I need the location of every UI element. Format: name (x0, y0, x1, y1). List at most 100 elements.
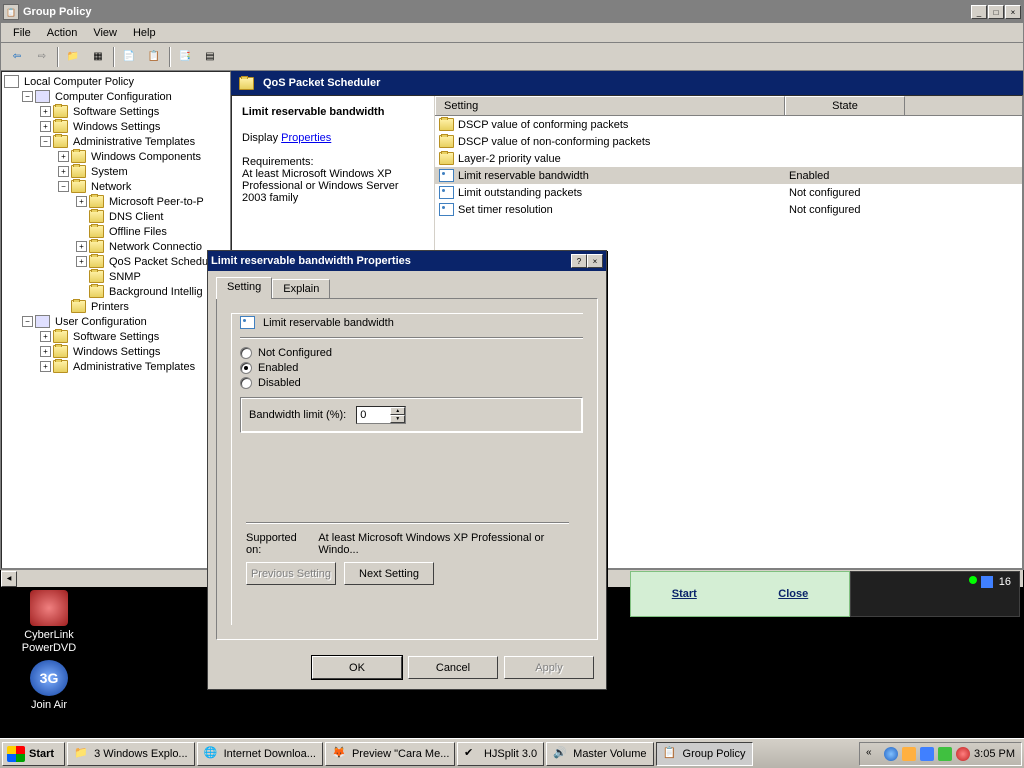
system-tray[interactable]: « 3:05 PM (859, 742, 1022, 766)
titlebar[interactable]: 📋 Group Policy _ □ × (1, 1, 1023, 23)
show-hide-button[interactable]: ▦ (86, 45, 110, 69)
list-row[interactable]: DSCP value of non-conforming packets (435, 133, 1022, 150)
menu-file[interactable]: File (5, 25, 39, 41)
task-button[interactable]: 📁3 Windows Explo... (67, 742, 195, 766)
right-header-text: QoS Packet Scheduler (263, 77, 380, 89)
tree-offline-files[interactable]: Offline Files (4, 224, 228, 239)
tree-software-settings[interactable]: +Software Settings (4, 104, 228, 119)
maximize-button[interactable]: □ (988, 5, 1004, 19)
tree-snmp[interactable]: SNMP (4, 269, 228, 284)
supported-text: At least Microsoft Windows XP Profession… (318, 532, 569, 556)
tree-bits[interactable]: Background Intellig (4, 284, 228, 299)
forward-button[interactable]: ⇨ (30, 45, 54, 69)
app-icon: 📋 (3, 4, 19, 20)
tree-printers[interactable]: Printers (4, 299, 228, 314)
desktop-icon-joinair[interactable]: 3G Join Air (14, 660, 84, 712)
ok-button[interactable]: OK (312, 656, 402, 679)
overlay-dark-panel: 16 (850, 571, 1020, 617)
task-label: Group Policy (683, 748, 746, 760)
task-button[interactable]: 🦊Preview "Cara Me... (325, 742, 455, 766)
cancel-button[interactable]: Cancel (408, 656, 498, 679)
dialog-tabs: Setting Explain (216, 277, 598, 298)
scroll-left-button[interactable]: ◀ (1, 571, 17, 587)
dialog-titlebar[interactable]: Limit reservable bandwidth Properties ? … (208, 251, 606, 271)
tree-computer-config[interactable]: −Computer Configuration (4, 89, 228, 104)
tray-arrow-icon[interactable]: « (866, 747, 880, 761)
tree-network[interactable]: −Network (4, 179, 228, 194)
tray-monitor-icon[interactable] (920, 747, 934, 761)
radio-enabled[interactable]: Enabled (240, 362, 583, 374)
tree-admin-templates[interactable]: −Administrative Templates (4, 134, 228, 149)
task-button[interactable]: ✔HJSplit 3.0 (457, 742, 544, 766)
tree-network-connections[interactable]: +Network Connectio (4, 239, 228, 254)
tray-shield-icon[interactable] (902, 747, 916, 761)
task-button[interactable]: 📋Group Policy (656, 742, 753, 766)
overlay-strip: Start Close 16 (630, 571, 1020, 617)
back-button[interactable]: ⇦ (5, 45, 29, 69)
req-text: At least Microsoft Windows XP Profession… (242, 168, 424, 204)
tree-windows-components[interactable]: +Windows Components (4, 149, 228, 164)
task-label: Master Volume (573, 748, 646, 760)
tray-antivirus-icon[interactable] (956, 747, 970, 761)
folder-icon (239, 77, 254, 90)
task-button[interactable]: 🔊 Master Volume (546, 742, 653, 766)
tree-system[interactable]: +System (4, 164, 228, 179)
overlay-start-link[interactable]: Start (672, 588, 697, 600)
export-button[interactable]: 📋 (142, 45, 166, 69)
task-icon: 🔊 (553, 746, 569, 762)
properties-button[interactable]: 📄 (117, 45, 141, 69)
menu-view[interactable]: View (85, 25, 125, 41)
list-cell-name: Set timer resolution (458, 204, 553, 216)
tray-network-icon[interactable] (938, 747, 952, 761)
tree-ms-p2p[interactable]: +Microsoft Peer-to-P (4, 194, 228, 209)
tree-u-admin[interactable]: +Administrative Templates (4, 359, 228, 374)
list-row[interactable]: Limit outstanding packetsNot configured (435, 184, 1022, 201)
list-row[interactable]: Limit reservable bandwidthEnabled (435, 167, 1022, 184)
apply-button[interactable]: Apply (504, 656, 594, 679)
properties-link[interactable]: Properties (281, 132, 331, 144)
list-cell-state (785, 134, 905, 149)
info-title: Limit reservable bandwidth (242, 106, 424, 118)
overlay-close-link[interactable]: Close (778, 588, 808, 600)
close-button[interactable]: × (1005, 5, 1021, 19)
bandwidth-input[interactable]: 0 ▲▼ (356, 406, 406, 424)
list-row[interactable]: DSCP value of conforming packets (435, 116, 1022, 133)
tray-clock[interactable]: 3:05 PM (974, 748, 1015, 760)
menu-help[interactable]: Help (125, 25, 164, 41)
filter-button[interactable]: ▤ (198, 45, 222, 69)
tree-dns-client[interactable]: DNS Client (4, 209, 228, 224)
tray-globe-icon[interactable] (884, 747, 898, 761)
desktop-icon-powerdvd[interactable]: CyberLink PowerDVD (14, 590, 84, 654)
spin-down-button[interactable]: ▼ (390, 415, 405, 423)
powerdvd-icon (30, 590, 68, 626)
previous-setting-button[interactable]: Previous Setting (246, 562, 336, 585)
tree-u-windows[interactable]: +Windows Settings (4, 344, 228, 359)
col-setting[interactable]: Setting (435, 96, 785, 115)
up-button[interactable]: 📁 (61, 45, 85, 69)
tree-root[interactable]: Local Computer Policy (4, 74, 228, 89)
help-button[interactable]: ? (571, 254, 587, 268)
start-button[interactable]: Start (2, 742, 65, 766)
tree-pane[interactable]: Local Computer Policy −Computer Configur… (1, 71, 231, 569)
tab-explain[interactable]: Explain (272, 279, 330, 298)
task-button[interactable]: 🌐Internet Downloa... (197, 742, 323, 766)
tree-user-config[interactable]: −User Configuration (4, 314, 228, 329)
spin-up-button[interactable]: ▲ (390, 407, 405, 415)
list-row[interactable]: Set timer resolution Not configured (435, 201, 1022, 218)
tree-u-software[interactable]: +Software Settings (4, 329, 228, 344)
list-cell-state: Not configured (785, 202, 905, 217)
tree-windows-settings[interactable]: +Windows Settings (4, 119, 228, 134)
menu-action[interactable]: Action (39, 25, 86, 41)
next-setting-button[interactable]: Next Setting (344, 562, 434, 585)
col-state[interactable]: State (785, 96, 905, 115)
dialog-close-button[interactable]: × (587, 254, 603, 268)
bandwidth-value: 0 (360, 409, 366, 421)
minimize-button[interactable]: _ (971, 5, 987, 19)
list-cell-state: Not configured (785, 185, 905, 200)
tab-setting[interactable]: Setting (216, 277, 272, 299)
template-button[interactable]: 📑 (173, 45, 197, 69)
list-row[interactable]: Layer-2 priority value (435, 150, 1022, 167)
radio-not-configured[interactable]: Not Configured (240, 347, 583, 359)
tree-qos[interactable]: +QoS Packet Schedu (4, 254, 228, 269)
radio-disabled[interactable]: Disabled (240, 377, 583, 389)
